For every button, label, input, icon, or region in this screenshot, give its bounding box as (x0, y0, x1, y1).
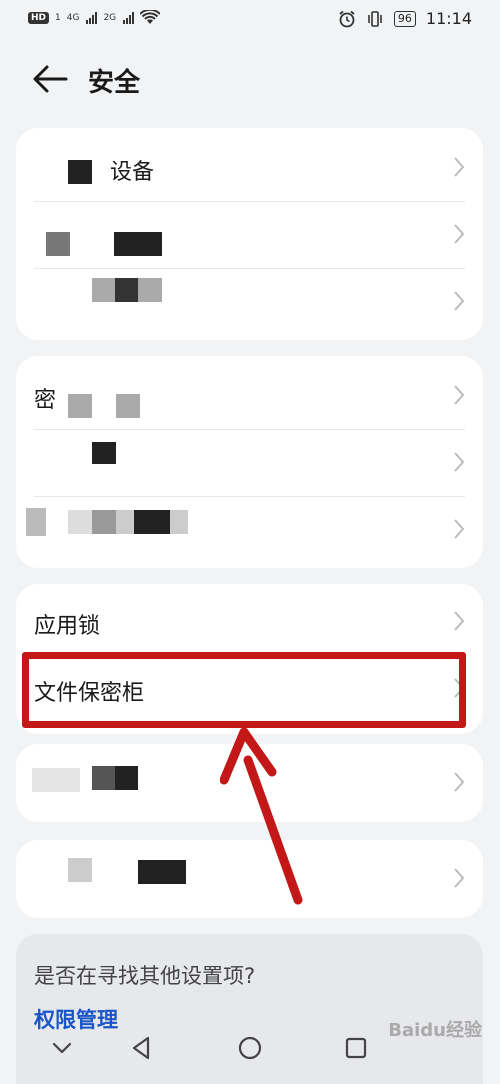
redaction-block (114, 232, 162, 256)
network-label-1: 4G (66, 12, 80, 23)
chevron-right-icon (454, 452, 465, 472)
home-circle-icon[interactable] (234, 1032, 266, 1064)
row-label: 应用锁 (34, 614, 101, 639)
redaction-block (138, 860, 186, 884)
status-right: 96 11:14 (338, 9, 472, 28)
find-more-title: 是否在寻找其他设置项? (34, 964, 256, 988)
chevron-right-icon (454, 291, 465, 311)
header: 安全 (0, 50, 500, 110)
page-title: 安全 (88, 68, 141, 98)
chevron-right-icon (454, 868, 465, 888)
hd-badge: HD (28, 11, 50, 24)
network-label-2: 2G (103, 12, 117, 23)
row-label: 设备 (110, 160, 155, 185)
redaction-block (26, 508, 46, 536)
chevron-right-icon (454, 157, 465, 177)
redaction-block (68, 160, 92, 184)
vibrate-icon (368, 10, 382, 27)
settings-row-2[interactable] (16, 201, 483, 268)
redaction-block (116, 394, 140, 418)
wifi-icon (140, 10, 161, 24)
arrow-left-icon[interactable] (30, 62, 70, 96)
settings-row-2[interactable] (16, 429, 483, 496)
status-time: 11:14 (425, 9, 472, 28)
status-left: HD 1 4G 2G (28, 10, 161, 25)
chevron-right-icon (454, 385, 465, 405)
redaction-block (92, 766, 138, 790)
redaction-block (68, 858, 92, 882)
chevron-right-icon (454, 224, 465, 244)
alarm-icon (339, 10, 355, 27)
redaction-block (46, 232, 70, 256)
chevron-down-icon[interactable] (46, 1032, 78, 1064)
settings-group-1: 设备 (16, 128, 483, 340)
settings-row-3[interactable] (16, 268, 483, 335)
sim-label: 1 (55, 12, 61, 23)
redaction-block (68, 394, 92, 418)
redaction-block (92, 278, 162, 302)
chevron-right-icon (454, 611, 465, 631)
pointer-arrow-icon (220, 727, 303, 905)
back-triangle-icon[interactable] (126, 1032, 158, 1064)
chevron-right-icon (454, 519, 465, 539)
watermark: Baidu经验 (388, 1020, 482, 1041)
app-lock-row[interactable]: 应用锁 (16, 588, 483, 655)
row-label: 密 (34, 388, 57, 413)
highlight-box (22, 652, 466, 728)
signal-icon (86, 11, 98, 24)
status-bar: HD 1 4G 2G 96 11:14 (0, 0, 500, 40)
redaction-block (92, 442, 116, 464)
settings-group-2: 密 (16, 356, 483, 568)
chevron-right-icon (454, 772, 465, 792)
signal-icon-2 (123, 11, 135, 24)
redaction-block (68, 510, 188, 534)
redaction-block (32, 768, 80, 792)
recent-square-icon[interactable] (340, 1032, 372, 1064)
battery-icon: 96 (393, 10, 416, 27)
